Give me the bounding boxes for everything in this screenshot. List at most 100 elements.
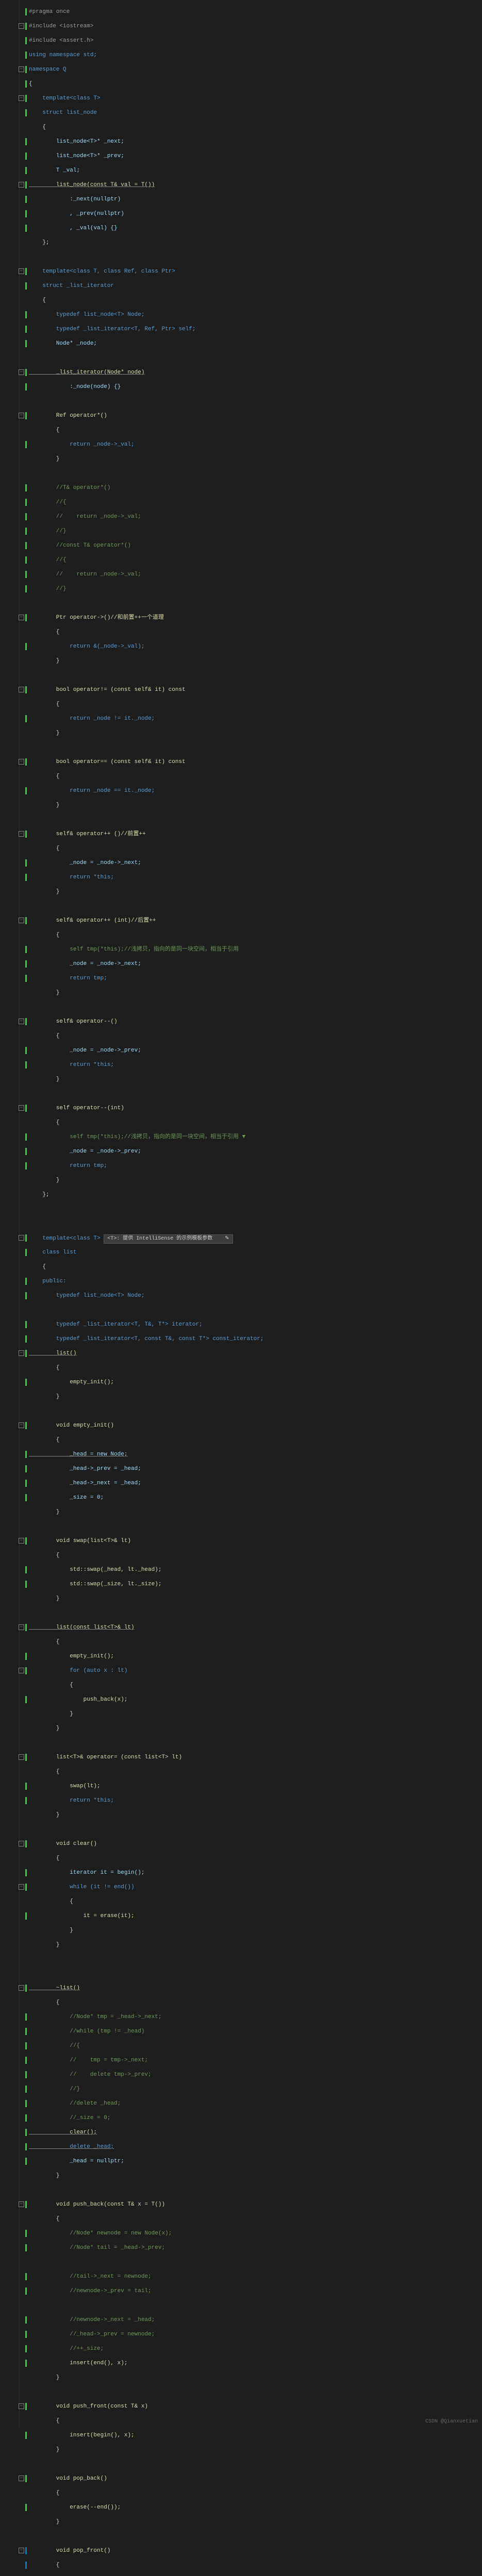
popb-b1: erase(--end());	[29, 2504, 121, 2511]
member-next: list_node<T>* _next;	[29, 139, 124, 145]
dtor: ~list()	[29, 1985, 80, 1991]
fold-toggle[interactable]: −	[19, 1235, 24, 1241]
fold-toggle[interactable]: −	[19, 1841, 24, 1846]
watermark: CSDN @Qianxuetian	[425, 2419, 478, 2425]
intellisense-hint[interactable]: <T>: 提供 IntelliSense 的示例模板参数 ✎	[104, 1234, 232, 1244]
fold-toggle[interactable]: −	[19, 2201, 24, 2207]
postinc-b1: self tmp(*this);//浅拷贝，指向的是同一块空间，相当于引用	[29, 946, 239, 953]
fold-toggle[interactable]: −	[19, 615, 24, 620]
fold-toggle[interactable]: −	[19, 2548, 24, 2553]
fold-toggle[interactable]: −	[19, 1350, 24, 1356]
using-namespace: using namespace std;	[29, 52, 97, 58]
brace-open: {	[29, 81, 32, 87]
iter-struct: struct _list_iterator	[29, 283, 114, 289]
init-val: , _val(val) {}	[29, 225, 118, 231]
fold-toggle[interactable]: −	[19, 1884, 24, 1890]
predec-b1: _node = _node->_prev;	[29, 1047, 141, 1054]
dtor-c1: //Node* tmp = _head->_next;	[29, 2014, 161, 2020]
dtor-c6: //}	[29, 2086, 80, 2092]
init-next: :_next(nullptr)	[29, 196, 121, 202]
fold-toggle[interactable]: −	[19, 95, 24, 101]
op-ne: bool operator!= (const self& it) const	[29, 687, 186, 693]
cmt: //}	[29, 586, 67, 592]
clear-b1: iterator it = begin();	[29, 1870, 144, 1876]
push-front: void push_front(const T& x)	[29, 2403, 148, 2410]
fold-toggle[interactable]: −	[19, 1105, 24, 1111]
ctor-body: empty_init();	[29, 1379, 114, 1385]
asgn-b1: swap(lt);	[29, 1783, 101, 1789]
fold-toggle[interactable]: −	[19, 831, 24, 837]
dtor-c5: // delete tmp->_prev;	[29, 2072, 152, 2078]
member-val: T _val;	[29, 167, 80, 174]
preinc-b2: return *this;	[29, 874, 114, 880]
fold-toggle[interactable]: −	[19, 23, 24, 29]
fold-toggle[interactable]: −	[19, 918, 24, 923]
cmt-ctstar: //const T& operator*()	[29, 543, 131, 549]
list-ctor: list()	[29, 1350, 76, 1357]
fold-toggle[interactable]: −	[19, 182, 24, 188]
op-postinc: self& operator++ (int)//后置++	[29, 918, 156, 924]
postinc-b3: return tmp;	[29, 975, 107, 981]
fold-toggle[interactable]: −	[19, 66, 24, 72]
copy-ctor: list(const list<T>& lt)	[29, 1624, 135, 1631]
dtor-b1: clear();	[29, 2129, 97, 2136]
postdec-b3: return tmp;	[29, 1163, 107, 1169]
fold-toggle[interactable]: −	[19, 413, 24, 418]
cctor-b2: push_back(x);	[29, 1697, 127, 1703]
fold-toggle[interactable]: −	[19, 1019, 24, 1024]
line-number-gutter	[0, 0, 20, 2429]
cmt: // return _node->_val;	[29, 571, 141, 578]
op-arrow: Ptr operator->()//和前置++一个道理	[29, 615, 164, 621]
template-decl: template<class T>	[29, 95, 101, 101]
fold-toggle[interactable]: −	[19, 2403, 24, 2409]
op-assign: list<T>& operator= (const list<T> lt)	[29, 1754, 182, 1760]
swap-fn: void swap(list<T>& lt)	[29, 1538, 131, 1544]
fold-toggle[interactable]: −	[19, 1985, 24, 1991]
op-arrow-body: return &(_node->_val);	[29, 643, 144, 650]
brace: {	[29, 124, 46, 130]
fold-toggle[interactable]: −	[19, 1422, 24, 1428]
fold-toggle[interactable]: −	[19, 268, 24, 274]
pb-c5: //newnode->_next = _head;	[29, 2317, 155, 2323]
fold-toggle[interactable]: −	[19, 369, 24, 375]
cctor-b1: empty_init();	[29, 1653, 114, 1659]
fold-toggle[interactable]: −	[19, 2476, 24, 2481]
fold-toggle[interactable]: −	[19, 1624, 24, 1630]
clear-b2: it = erase(it);	[29, 1913, 135, 1919]
pf-b1: insert(begin(), x);	[29, 2432, 135, 2438]
clear-fn: void clear()	[29, 1841, 97, 1847]
postdec-b2: _node = _node->_prev;	[29, 1148, 141, 1155]
dtor-c4: // tmp = tmp->_next;	[29, 2057, 148, 2063]
cmt: //{	[29, 499, 67, 505]
cmt: // return _node->_val;	[29, 514, 141, 520]
iter-ctor-init: :_node(node) {}	[29, 384, 121, 390]
op-deref: Ref operator*()	[29, 413, 107, 419]
pb-c3: //tail->_next = newnode;	[29, 2274, 152, 2280]
fold-toggle[interactable]: −	[19, 1668, 24, 1673]
dtor-c7: //delete _head;	[29, 2100, 121, 2107]
fold-toggle[interactable]: −	[19, 687, 24, 692]
typedef-const-iterator: typedef _list_iterator<T, const T&, cons…	[29, 1336, 263, 1342]
dtor-c8: //_size = 0;	[29, 2115, 110, 2121]
brace: {	[29, 297, 46, 303]
fold-toggle[interactable]: −	[19, 1754, 24, 1760]
list-template-prefix: template<class T>	[29, 1235, 104, 1242]
pb-c2: //Node* tail = _head->_prev;	[29, 2245, 165, 2251]
pb-b1: insert(end(), x);	[29, 2360, 127, 2366]
iter-close: };	[29, 1192, 49, 1198]
op-ne-body: return _node != it._node;	[29, 716, 155, 722]
struct-list-node: struct list_node	[29, 110, 97, 116]
fold-toggle[interactable]: −	[19, 1538, 24, 1544]
op-deref-body: return _node->_val;	[29, 442, 135, 448]
empty-init: void empty_init()	[29, 1422, 114, 1429]
push-back: void push_back(const T& x = T())	[29, 2201, 165, 2208]
pb-c6: //_head->_prev = newnode;	[29, 2331, 155, 2337]
fold-toggle[interactable]: −	[19, 759, 24, 765]
public-label: public:	[29, 1278, 67, 1284]
ei-b4: _size = 0;	[29, 1495, 104, 1501]
cctor-for: for (auto x : lt)	[29, 1668, 127, 1674]
code-editor[interactable]: #pragma once −#include <iostream> #inclu…	[29, 0, 482, 2576]
cmt-tstar: //T& operator*()	[29, 485, 110, 491]
pragma-directive: #pragma once	[29, 9, 70, 15]
brace: {	[29, 1264, 46, 1270]
